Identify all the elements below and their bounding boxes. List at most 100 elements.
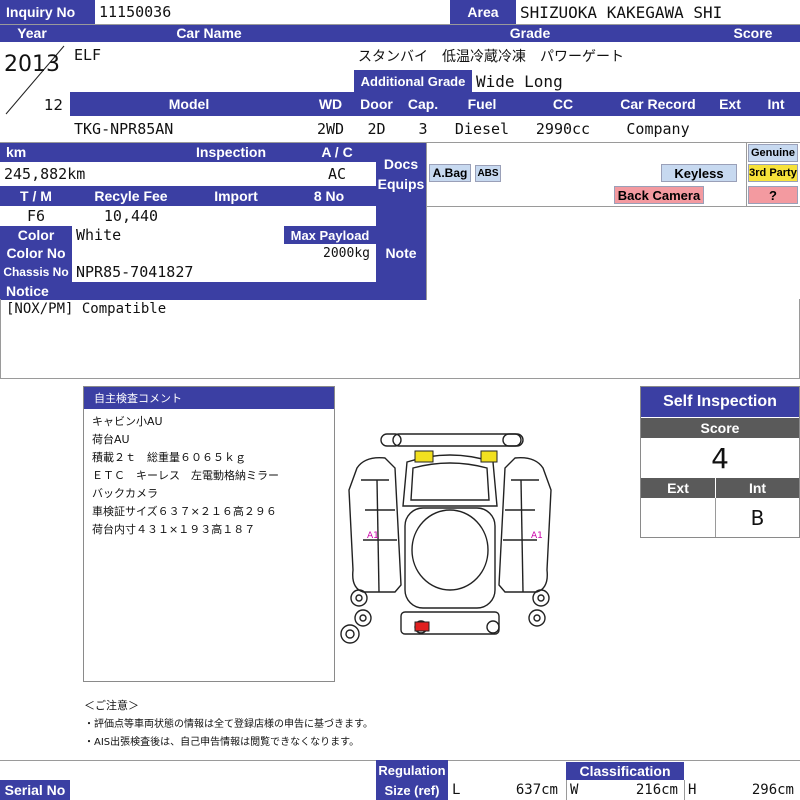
recycle-fee-label: Recyle Fee bbox=[72, 186, 190, 206]
color-label: Color bbox=[0, 226, 72, 244]
inquiry-number: 11150036 bbox=[95, 0, 450, 24]
fuel-value: Diesel bbox=[446, 116, 518, 142]
color-no-value bbox=[72, 244, 284, 262]
vehicle-condition-diagram: A1 A1 bbox=[340, 433, 552, 644]
serial-no-label: Serial No bbox=[0, 780, 70, 800]
car-record-value: Company bbox=[608, 116, 708, 142]
chassis-no-value: NPR85-7041827 bbox=[72, 262, 376, 282]
self-inspection-score-label: Score bbox=[641, 418, 799, 438]
width-value: 216cm bbox=[586, 780, 684, 800]
cc-value: 2990cc bbox=[518, 116, 608, 142]
score-value bbox=[706, 42, 800, 92]
recycle-fee-value: 10,440 bbox=[72, 206, 190, 226]
self-inspection-int: B bbox=[750, 506, 765, 530]
unknown-badge: ? bbox=[748, 186, 798, 204]
note-label: Note bbox=[376, 206, 426, 300]
damage-mark-front-left bbox=[414, 450, 434, 463]
damage-code-right: A1 bbox=[531, 531, 543, 541]
docs-label: Docs bbox=[383, 156, 419, 172]
door-value: 2D bbox=[353, 116, 400, 142]
comment-line: 積載２ｔ 総重量６０６５ｋｇ bbox=[92, 451, 246, 464]
score-label: Score bbox=[706, 24, 800, 42]
car-name-label: Car Name bbox=[64, 24, 354, 42]
notes-line-2: ・AIS出張検査後は、自己申告情報は閲覧できなくなります。 bbox=[84, 737, 360, 748]
damage-code-left: A1 bbox=[367, 531, 379, 541]
notes-heading: ＜ご注意＞ bbox=[84, 699, 139, 712]
comment-line: 荷台内寸４３１×１９３高１８７ bbox=[92, 523, 256, 536]
additional-grade-value: Wide Long bbox=[472, 70, 706, 92]
tm-label: T / M bbox=[0, 186, 72, 206]
wd-value: 2WD bbox=[308, 116, 353, 142]
comment-box: 自主検査コメント キャビン小AU 荷台AU 積載２ｔ 総重量６０６５ｋｇ ＥＴＣ… bbox=[83, 386, 335, 682]
notice-header-bar bbox=[90, 282, 376, 300]
back-camera-badge: Back Camera bbox=[614, 186, 704, 204]
classification-label: Classification bbox=[566, 762, 684, 780]
int-label: Int bbox=[752, 92, 800, 116]
self-inspection-title: Self Inspection bbox=[641, 387, 799, 417]
chassis-no-label: Chassis No bbox=[0, 262, 72, 282]
car-record-label: Car Record bbox=[608, 92, 708, 116]
wd-label: WD bbox=[308, 92, 353, 116]
max-payload-value: 2000kg bbox=[284, 244, 376, 262]
docs-equips-label: Docs Equips bbox=[376, 142, 426, 206]
comment-line: 荷台AU bbox=[92, 433, 130, 446]
car-name-value: ELF bbox=[70, 42, 354, 92]
year-month-cell: 2013 12 bbox=[0, 42, 70, 118]
self-inspection-score: 4 bbox=[711, 441, 729, 475]
eight-no-value bbox=[282, 206, 376, 226]
max-payload-label: Max Payload bbox=[284, 226, 376, 244]
grade-label: Grade bbox=[354, 24, 706, 42]
height-value: 296cm bbox=[704, 780, 800, 800]
ext-value bbox=[708, 116, 752, 142]
genuine-badge: Genuine bbox=[748, 144, 798, 162]
grade-value: スタンバイ 低温冷蔵冷凍 パワーゲート bbox=[358, 49, 624, 65]
self-inspection-ext-label: Ext bbox=[641, 478, 715, 498]
import-value bbox=[190, 206, 282, 226]
length-value: 637cm bbox=[468, 780, 564, 800]
size-ref-label: Size (ref) bbox=[376, 780, 448, 800]
color-no-label: Color No bbox=[0, 244, 72, 262]
damage-mark-front-right bbox=[480, 450, 498, 463]
comment-line: 車検証サイズ６３７×２１６高２９６ bbox=[92, 505, 277, 518]
cap-value: 3 bbox=[400, 116, 446, 142]
notes-line-1: ・評価点等車両状態の情報は全て登録店様の申告に基づきます。 bbox=[84, 719, 373, 730]
cc-label: CC bbox=[518, 92, 608, 116]
ext-label: Ext bbox=[708, 92, 752, 116]
self-inspection-ext bbox=[641, 498, 715, 537]
eight-no-label: 8 No bbox=[282, 186, 376, 206]
damage-mark-rear-left bbox=[414, 621, 430, 632]
model-label: Model bbox=[70, 92, 308, 116]
ac-label: A / C bbox=[298, 142, 376, 162]
inspection-label: Inspection bbox=[190, 142, 298, 162]
km-value: 245,882km bbox=[0, 162, 190, 186]
fuel-label: Fuel bbox=[446, 92, 518, 116]
comment-line: バックカメラ bbox=[92, 487, 158, 500]
width-label: W bbox=[566, 780, 586, 800]
serial-no-value bbox=[70, 780, 376, 800]
comment-line: キャビン小AU bbox=[92, 415, 163, 428]
color-value: White bbox=[72, 226, 284, 244]
abs-badge: ABS bbox=[475, 165, 501, 182]
km-label: km bbox=[0, 142, 190, 162]
equips-label: Equips bbox=[377, 176, 425, 192]
year-label: Year bbox=[0, 24, 64, 42]
area-label: Area bbox=[450, 0, 516, 24]
int-value bbox=[752, 116, 800, 142]
notice-label: Notice bbox=[0, 282, 90, 300]
month-value: 12 bbox=[44, 96, 64, 114]
keyless-badge: Keyless bbox=[661, 164, 737, 182]
notice-value: [NOX/PM] Compatible bbox=[6, 301, 167, 317]
import-label: Import bbox=[190, 186, 282, 206]
comment-title: 自主検査コメント bbox=[84, 387, 334, 409]
height-label: H bbox=[684, 780, 704, 800]
inquiry-label: Inquiry No bbox=[0, 0, 95, 24]
area-value: SHIZUOKA KAKEGAWA SHI bbox=[516, 0, 800, 24]
self-inspection-panel: Self Inspection Score 4 Ext Int B bbox=[640, 386, 800, 538]
cap-label: Cap. bbox=[400, 92, 446, 116]
length-label: L bbox=[448, 780, 468, 800]
comment-line: ＥＴＣ キーレス 左電動格納ミラー bbox=[92, 469, 279, 482]
door-label: Door bbox=[353, 92, 400, 116]
airbag-badge: A.Bag bbox=[429, 164, 471, 182]
additional-grade-label: Additional Grade bbox=[354, 70, 472, 92]
tm-value: F6 bbox=[0, 206, 72, 226]
